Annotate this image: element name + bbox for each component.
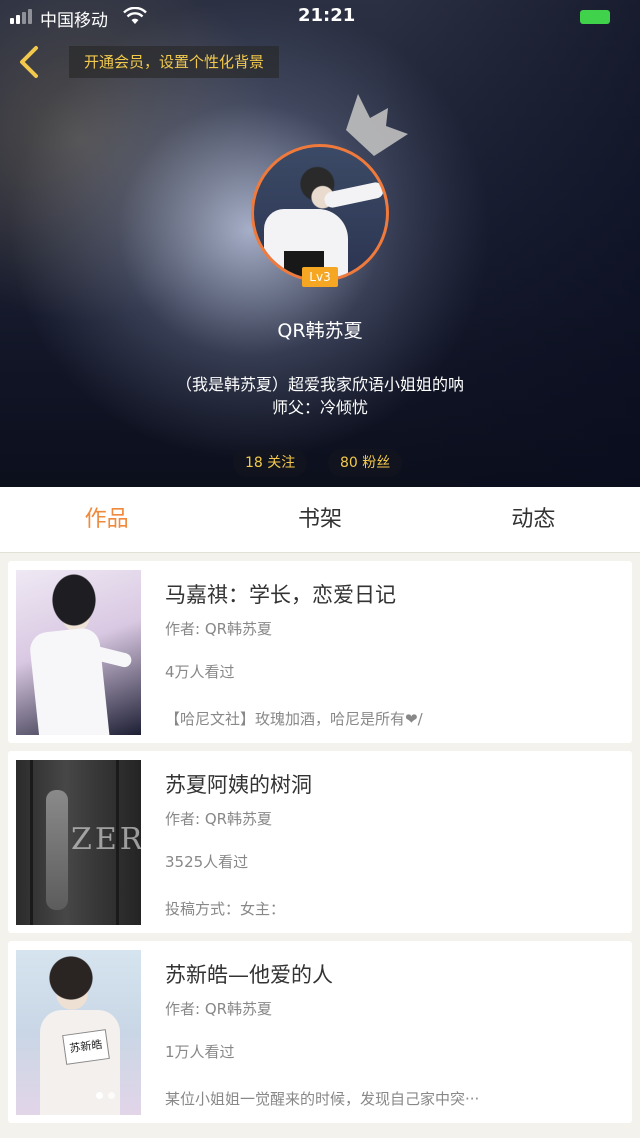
bio-line-1: （我是韩苏夏）超爱我家欣语小姐姐的呐 [175,375,464,394]
book-cover: ZER [16,760,141,925]
works-list: 马嘉祺：学长，恋爱日记 作者: QR韩苏夏 4万人看过 【哈尼文社】玫瑰加酒，哈… [8,561,632,1131]
carrier-name: 中国移动 [40,11,108,31]
cover-name-tag: 苏新皓 [62,1029,110,1065]
avatar[interactable] [251,144,389,282]
vip-background-banner[interactable]: 开通会员，设置个性化背景 [69,46,280,78]
battery-icon [580,10,610,24]
signal-icon [10,9,32,24]
wifi-icon [123,6,147,30]
book-author: 作者: QR韩苏夏 [165,620,273,638]
book-author: 作者: QR韩苏夏 [165,1000,273,1018]
status-time: 21:21 [298,5,356,26]
list-item[interactable]: 苏新皓 苏新皓—他爱的人 作者: QR韩苏夏 1万人看过 某位小姐姐一觉醒来的时… [8,941,632,1123]
level-badge: Lv3 [302,267,338,287]
book-title: 苏新皓—他爱的人 [165,963,333,987]
cover-text: ZER [71,822,141,857]
fans-count[interactable]: 80 粉丝 [328,449,403,477]
book-description: 投稿方式：女主： [165,900,286,918]
carousel-dots [96,1092,115,1099]
book-title: 马嘉祺：学长，恋爱日记 [165,583,396,607]
crown-icon [346,94,408,156]
bio: （我是韩苏夏）超爱我家欣语小姐姐的呐 师父：冷倾忧 [0,373,640,419]
book-author: 作者: QR韩苏夏 [165,810,273,828]
tab-works[interactable]: 作品 [0,487,213,552]
book-views: 3525人看过 [165,853,249,871]
username: QR韩苏夏 [277,320,363,342]
list-item[interactable]: ZER 苏夏阿姨的树洞 作者: QR韩苏夏 3525人看过 投稿方式：女主： [8,751,632,933]
profile-tabs: 作品 书架 动态 [0,487,640,553]
book-views: 1万人看过 [165,1043,235,1061]
profile-header: 中国移动 21:21 开通会员，设置个性化背景 Lv3 QR韩苏夏 （我是韩苏夏… [0,0,640,487]
book-description: 【哈尼文社】玫瑰加酒，哈尼是所有❤/ [165,710,423,728]
tab-activity[interactable]: 动态 [427,487,640,552]
chevron-left-icon [20,46,38,78]
tab-bookshelf[interactable]: 书架 [213,487,426,552]
book-title: 苏夏阿姨的树洞 [165,773,312,797]
bio-line-2: 师父：冷倾忧 [271,398,368,417]
book-cover [16,570,141,735]
book-cover: 苏新皓 [16,950,141,1115]
book-description: 某位小姐姐一觉醒来的时候，发现自己家中突··· [165,1090,480,1108]
back-button[interactable] [14,44,50,80]
list-item[interactable]: 马嘉祺：学长，恋爱日记 作者: QR韩苏夏 4万人看过 【哈尼文社】玫瑰加酒，哈… [8,561,632,743]
book-views: 4万人看过 [165,663,235,681]
status-bar: 中国移动 21:21 [0,0,640,34]
following-count[interactable]: 18 关注 [233,449,308,477]
